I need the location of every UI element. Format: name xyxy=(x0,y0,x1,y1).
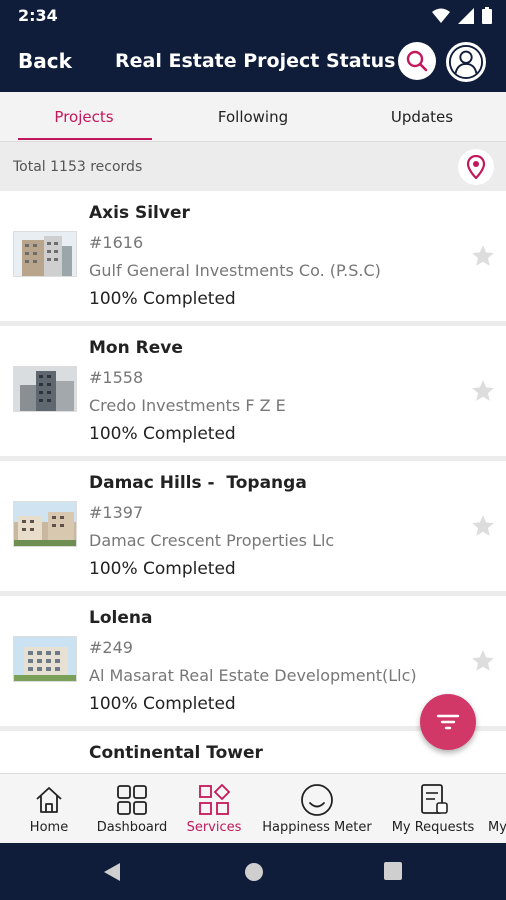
star-icon[interactable] xyxy=(470,513,496,539)
project-status: 100% Completed xyxy=(89,694,236,714)
tab-projects[interactable]: Projects xyxy=(0,92,168,142)
profile-icon xyxy=(448,44,484,80)
tab-label: Updates xyxy=(390,108,454,126)
battery-icon xyxy=(482,7,492,24)
nav-my[interactable]: My xyxy=(488,774,506,843)
back-triangle-icon[interactable] xyxy=(102,861,122,883)
nav-label: My Requests xyxy=(391,820,475,835)
nav-happiness-meter[interactable]: Happiness Meter xyxy=(256,774,378,843)
search-button[interactable] xyxy=(398,42,436,80)
bottom-nav: Home Dashboard Services Happiness Meter … xyxy=(0,773,506,843)
smiley-icon xyxy=(301,784,333,816)
requests-icon xyxy=(421,784,448,814)
nav-label: My xyxy=(488,820,506,835)
wifi-icon xyxy=(432,8,450,23)
project-card[interactable]: Mon Reve #1558 Credo Investments F Z E 1… xyxy=(0,326,506,456)
back-button[interactable]: Back xyxy=(18,49,72,73)
search-icon xyxy=(406,50,428,72)
filter-icon xyxy=(436,714,460,730)
project-name: Mon Reve xyxy=(89,338,183,358)
recents-square-icon[interactable] xyxy=(383,861,403,881)
tab-following[interactable]: Following xyxy=(169,92,337,142)
tab-label: Projects xyxy=(54,108,114,126)
project-id: #1558 xyxy=(89,368,144,387)
project-status: 100% Completed xyxy=(89,559,236,579)
star-icon[interactable] xyxy=(470,378,496,404)
nav-dashboard[interactable]: Dashboard xyxy=(90,774,174,843)
nav-label: Happiness Meter xyxy=(262,820,372,835)
project-name: Axis Silver xyxy=(89,203,190,223)
project-developer: Credo Investments F Z E xyxy=(89,396,286,415)
project-list: Axis Silver #1616 Gulf General Investmen… xyxy=(0,191,506,773)
project-id: #249 xyxy=(89,638,133,657)
system-icons xyxy=(432,7,492,24)
app-bar: Back Real Estate Project Status xyxy=(0,32,506,92)
project-id: #1616 xyxy=(89,233,144,252)
profile-button[interactable] xyxy=(446,42,486,82)
project-card[interactable]: Axis Silver #1616 Gulf General Investmen… xyxy=(0,191,506,321)
project-thumbnail xyxy=(13,231,77,277)
project-id: #1397 xyxy=(89,503,144,522)
project-thumbnail xyxy=(13,501,77,547)
tab-bar: Projects Following Updates xyxy=(0,92,506,142)
project-thumbnail xyxy=(13,636,77,682)
total-records: Total 1153 records xyxy=(13,159,143,175)
tab-updates[interactable]: Updates xyxy=(338,92,506,142)
star-icon[interactable] xyxy=(470,243,496,269)
project-developer: Damac Crescent Properties Llc xyxy=(89,531,335,550)
nav-my-requests[interactable]: My Requests xyxy=(386,774,480,843)
project-thumbnail xyxy=(13,366,77,412)
records-bar: Total 1153 records xyxy=(0,143,506,191)
project-name: Continental Tower xyxy=(89,743,263,763)
nav-label: Dashboard xyxy=(96,820,168,835)
tab-label: Following xyxy=(217,108,289,126)
home-icon xyxy=(36,787,62,813)
nav-services[interactable]: Services xyxy=(182,774,246,843)
services-icon xyxy=(199,784,230,815)
map-button[interactable] xyxy=(458,149,494,185)
dashboard-icon xyxy=(117,785,147,815)
project-status: 100% Completed xyxy=(89,424,236,444)
signal-icon xyxy=(458,7,474,24)
project-name: Damac Hills - Topanga xyxy=(89,473,307,493)
status-bar: 2:34 xyxy=(0,0,506,32)
status-time: 2:34 xyxy=(18,6,58,25)
nav-home[interactable]: Home xyxy=(22,774,76,843)
project-status: 100% Completed xyxy=(89,289,236,309)
star-icon[interactable] xyxy=(470,648,496,674)
nav-label: Services xyxy=(186,820,242,835)
system-nav-bar xyxy=(0,843,506,900)
location-pin-icon xyxy=(466,155,486,179)
nav-label: Home xyxy=(29,820,69,835)
project-card[interactable]: Damac Hills - Topanga #1397 Damac Cresce… xyxy=(0,461,506,591)
project-developer: Al Masarat Real Estate Development(Llc) xyxy=(89,666,417,685)
filter-button[interactable] xyxy=(420,694,476,750)
project-name: Lolena xyxy=(89,608,153,628)
home-circle-icon[interactable] xyxy=(243,861,265,883)
page-title: Real Estate Project Status xyxy=(115,50,396,72)
project-developer: Gulf General Investments Co. (P.S.C) xyxy=(89,261,381,280)
